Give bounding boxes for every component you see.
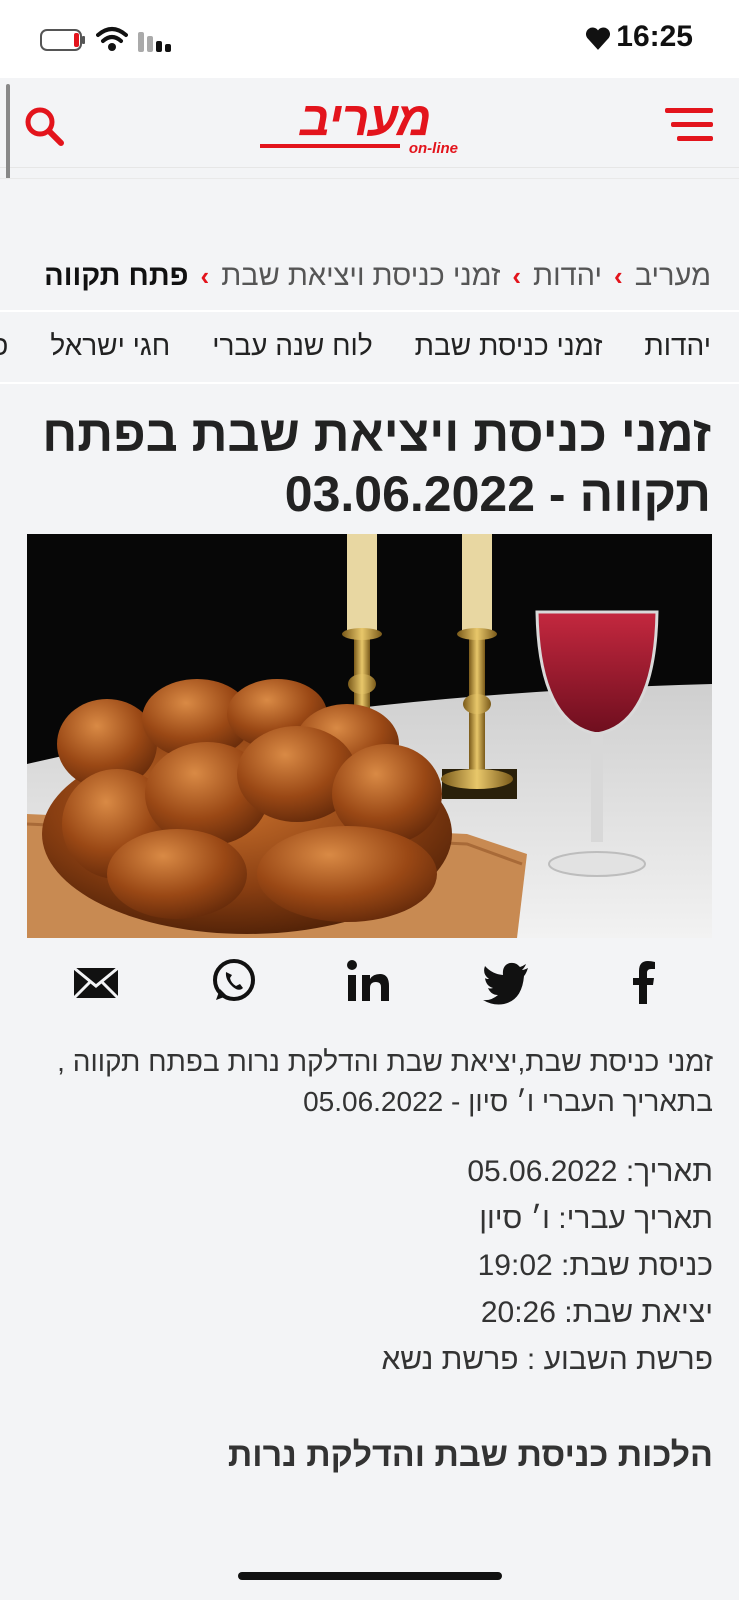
page: 16:25 מעריב on-line מעריב ‹ יהדות ‹ זמני… bbox=[0, 0, 739, 1600]
detail-value: ו׳ סיון bbox=[479, 1202, 550, 1235]
detail-value: 05.06.2022 bbox=[467, 1155, 618, 1188]
chevron-left-icon: ‹ bbox=[512, 260, 522, 291]
breadcrumb-item-maariv[interactable]: מעריב bbox=[635, 260, 711, 293]
detail-value: 19:02 bbox=[477, 1249, 553, 1282]
section-heading: הלכות כניסת שבת והדלקת נרות bbox=[227, 1436, 713, 1474]
article-image-challah bbox=[27, 534, 712, 938]
detail-label: יציאת שבת: bbox=[564, 1296, 713, 1329]
twitter-icon[interactable] bbox=[480, 956, 532, 1008]
nav-item-judaism[interactable]: יהדות bbox=[644, 330, 711, 362]
detail-label: כניסת שבת: bbox=[561, 1249, 713, 1282]
linkedin-icon[interactable] bbox=[343, 956, 395, 1008]
logo-underline bbox=[260, 144, 400, 148]
status-bar: 16:25 bbox=[0, 0, 739, 78]
hamburger-menu-icon[interactable] bbox=[663, 104, 715, 146]
breadcrumb-item-shabbat-times[interactable]: זמני כניסת ויציאת שבת bbox=[221, 260, 500, 293]
facebook-icon[interactable] bbox=[617, 956, 669, 1008]
article-summary: זמני כניסת שבת,יציאת שבת והדלקת נרות בפת… bbox=[57, 1046, 713, 1117]
home-indicator[interactable] bbox=[238, 1572, 502, 1580]
detail-hebrew-date: תאריך עברי: ו׳ סיון bbox=[23, 1195, 713, 1242]
signal-icon bbox=[138, 32, 171, 52]
detail-label: תאריך עברי: bbox=[558, 1202, 713, 1235]
nav-item-holidays[interactable]: חגי ישראל bbox=[50, 330, 170, 362]
detail-weekly-portion: פרשת השבוע : פרשת נשא bbox=[23, 1336, 713, 1383]
battery-icon bbox=[40, 29, 85, 51]
ad-placeholder bbox=[0, 178, 739, 240]
nav-item-weekly-portion[interactable]: פרשת השבוע bbox=[0, 330, 8, 362]
detail-label: פרשת השבוע : bbox=[526, 1343, 713, 1376]
detail-date: תאריך: 05.06.2022 bbox=[23, 1148, 713, 1195]
whatsapp-icon[interactable] bbox=[207, 956, 259, 1008]
nav-item-shabbat-times[interactable]: זמני כניסת שבת bbox=[415, 330, 603, 362]
heart-icon bbox=[585, 27, 611, 50]
email-icon[interactable] bbox=[70, 956, 122, 1008]
chevron-left-icon: ‹ bbox=[200, 260, 210, 291]
breadcrumb-item-petah-tikva: פתח תקווה bbox=[44, 259, 189, 292]
detail-shabbat-start: כניסת שבת: 19:02 bbox=[23, 1242, 713, 1289]
logo-text: מעריב bbox=[299, 93, 432, 146]
shabbat-details: תאריך: 05.06.2022 תאריך עברי: ו׳ סיון כנ… bbox=[23, 1148, 713, 1383]
breadcrumb-item-judaism[interactable]: יהדות bbox=[533, 260, 602, 293]
search-icon[interactable] bbox=[20, 102, 68, 150]
share-bar bbox=[0, 956, 739, 1008]
site-logo[interactable]: מעריב on-line bbox=[260, 94, 470, 158]
detail-value: 20:26 bbox=[480, 1296, 556, 1329]
site-header: מעריב on-line bbox=[0, 78, 739, 168]
detail-label: תאריך: bbox=[625, 1155, 713, 1188]
chevron-left-icon: ‹ bbox=[614, 260, 623, 291]
detail-value: פרשת נשא bbox=[381, 1343, 519, 1376]
article-title: זמני כניסת ויציאת שבת בפתח תקווה - 03.06… bbox=[42, 406, 711, 522]
wifi-icon bbox=[96, 27, 128, 51]
category-nav: יהדות זמני כניסת שבת לוח שנה עברי חגי יש… bbox=[0, 310, 739, 384]
detail-shabbat-end: יציאת שבת: 20:26 bbox=[23, 1289, 713, 1336]
status-time: 16:25 bbox=[616, 20, 693, 53]
nav-item-hebrew-calendar[interactable]: לוח שנה עברי bbox=[212, 330, 372, 362]
breadcrumb: מעריב ‹ יהדות ‹ זמני כניסת ויציאת שבת ‹ … bbox=[44, 254, 711, 298]
logo-subtext: on-line bbox=[408, 140, 458, 157]
